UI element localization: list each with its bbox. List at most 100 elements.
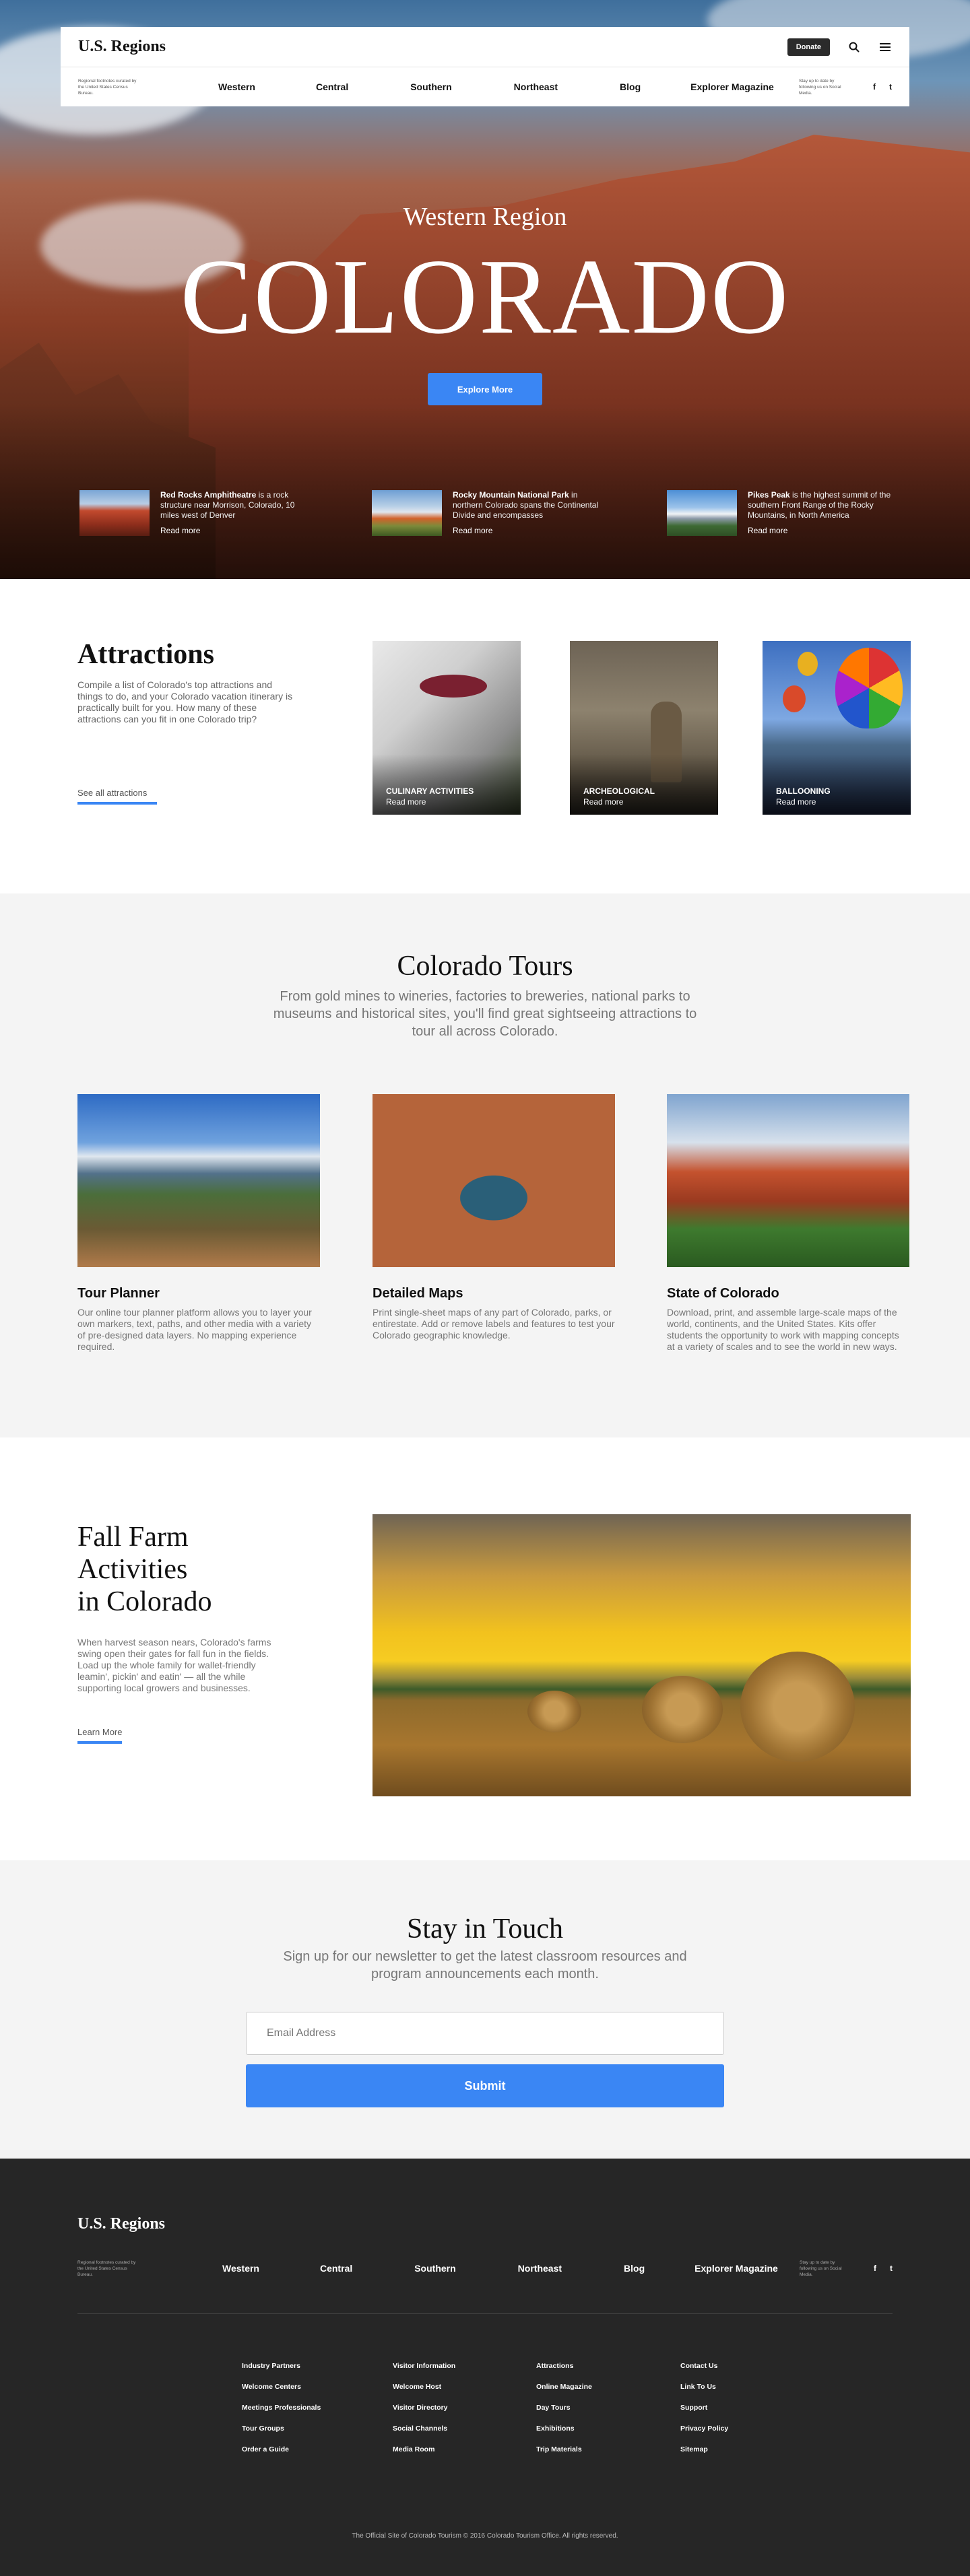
- footer-link[interactable]: Online Magazine: [536, 2383, 592, 2391]
- pikes-peak-thumbnail: [667, 490, 737, 536]
- nav-explorer-magazine[interactable]: Explorer Magazine: [690, 81, 774, 92]
- read-more-link[interactable]: Read more: [453, 526, 601, 535]
- footer-link[interactable]: Exhibitions: [536, 2425, 592, 2433]
- footer-nav-northeast[interactable]: Northeast: [518, 2263, 562, 2274]
- footer-link[interactable]: Tour Groups: [242, 2425, 321, 2433]
- hay-bales-image: [373, 1514, 911, 1796]
- nav-southern[interactable]: Southern: [410, 81, 451, 92]
- attractions-title: Attractions: [77, 639, 214, 670]
- attractions-description: Compile a list of Colorado's top attract…: [77, 679, 293, 724]
- footer-link[interactable]: Privacy Policy: [680, 2425, 728, 2433]
- email-input[interactable]: [246, 2012, 724, 2055]
- nav-blog[interactable]: Blog: [620, 81, 641, 92]
- footer-link[interactable]: Visitor Information: [393, 2362, 455, 2370]
- read-more-link[interactable]: Read more: [583, 797, 623, 807]
- footer-link[interactable]: Order a Guide: [242, 2445, 321, 2453]
- footer-link[interactable]: Welcome Host: [393, 2383, 455, 2391]
- learn-more-link[interactable]: Learn More: [77, 1727, 123, 1744]
- footer-link[interactable]: Day Tours: [536, 2404, 592, 2412]
- footer-link[interactable]: Trip Materials: [536, 2445, 592, 2453]
- fall-title: Fall Farm Activities in Colorado: [77, 1521, 280, 1618]
- nav-northeast[interactable]: Northeast: [514, 81, 558, 92]
- tile-caption: CULINARY ACTIVITIES: [386, 786, 474, 796]
- read-more-link[interactable]: Read more: [748, 526, 896, 535]
- twitter-icon[interactable]: t: [889, 82, 892, 92]
- twitter-icon[interactable]: t: [890, 2264, 893, 2273]
- read-more-link[interactable]: Read more: [160, 526, 309, 535]
- footer-social-note: Stay up to date by following us on Socia…: [800, 2260, 842, 2277]
- tile-ballooning[interactable]: BALLOONING Read more: [763, 641, 911, 815]
- nav-western[interactable]: Western: [218, 81, 255, 92]
- explore-more-button[interactable]: Explore More: [428, 373, 542, 405]
- footer-link[interactable]: Meetings Professionals: [242, 2404, 321, 2412]
- footer-logo[interactable]: U.S. Regions: [77, 2215, 165, 2233]
- footer-link[interactable]: Contact Us: [680, 2362, 728, 2370]
- fall-title-line: in Colorado: [77, 1586, 212, 1617]
- footer-column-1: Industry Partners Welcome Centers Meetin…: [242, 2362, 321, 2466]
- footer-nav-western[interactable]: Western: [222, 2263, 259, 2274]
- menu-icon[interactable]: [878, 40, 892, 54]
- tile-caption: ARCHEOLOGICAL: [583, 786, 655, 796]
- hero-section: U.S. Regions Donate Regional footnotes c…: [0, 0, 970, 579]
- tour-card-planner[interactable]: Tour Planner Our online tour planner pla…: [77, 1094, 320, 1353]
- newsletter-title: Stay in Touch: [407, 1913, 563, 1944]
- footer-link[interactable]: Industry Partners: [242, 2362, 321, 2370]
- tour-description: Our online tour planner platform allows …: [77, 1307, 312, 1352]
- see-all-attractions-link[interactable]: See all attractions: [77, 788, 157, 805]
- copyright: The Official Site of Colorado Tourism © …: [352, 2532, 618, 2540]
- top-navigation: U.S. Regions Donate Regional footnotes c…: [61, 27, 909, 106]
- fall-description: When harvest season nears, Colorado's fa…: [77, 1637, 271, 1693]
- footer-column-3: Attractions Online Magazine Day Tours Ex…: [536, 2362, 592, 2466]
- facebook-icon[interactable]: f: [873, 82, 876, 92]
- footer-link[interactable]: Visitor Directory: [393, 2404, 455, 2412]
- nav-central[interactable]: Central: [316, 81, 348, 92]
- hero-title: COLORADO: [180, 236, 790, 356]
- footer-link[interactable]: Sitemap: [680, 2445, 728, 2453]
- facebook-icon[interactable]: f: [874, 2264, 876, 2273]
- state-of-colorado-image: [667, 1094, 909, 1267]
- search-icon[interactable]: [847, 40, 861, 54]
- social-note: Stay up to date by following us on Socia…: [799, 78, 841, 96]
- card-title: Red Rocks Amphitheatre: [160, 490, 257, 500]
- footer-link[interactable]: Social Channels: [393, 2425, 455, 2433]
- newsletter-lead: Sign up for our newsletter to get the la…: [283, 1949, 687, 1981]
- tours-title: Colorado Tours: [397, 951, 573, 982]
- hero-card-red-rocks[interactable]: Red Rocks Amphitheatre is a rock structu…: [79, 490, 309, 536]
- footer-link[interactable]: Attractions: [536, 2362, 592, 2370]
- footer-nav-central[interactable]: Central: [320, 2263, 352, 2274]
- footer-link[interactable]: Support: [680, 2404, 728, 2412]
- footer-tagline: Regional footnotes curated by the United…: [77, 2260, 136, 2277]
- footer-link[interactable]: Welcome Centers: [242, 2383, 321, 2391]
- site-logo[interactable]: U.S. Regions: [78, 38, 166, 56]
- tour-description: Download, print, and assemble large-scal…: [667, 1307, 899, 1352]
- main-nav: Western Central Southern Northeast Blog …: [218, 81, 774, 92]
- tour-planner-image: [77, 1094, 320, 1267]
- tile-culinary[interactable]: CULINARY ACTIVITIES Read more: [373, 641, 521, 815]
- read-more-link[interactable]: Read more: [386, 797, 426, 807]
- submit-button[interactable]: Submit: [246, 2064, 724, 2107]
- footer-link[interactable]: Media Room: [393, 2445, 455, 2453]
- hero-card-rocky-mountain[interactable]: Rocky Mountain National Park in northern…: [372, 490, 601, 536]
- spoon-image: [420, 675, 487, 698]
- read-more-link[interactable]: Read more: [776, 797, 816, 807]
- attractions-section: Attractions Compile a list of Colorado's…: [0, 579, 970, 893]
- footer-nav-explorer-magazine[interactable]: Explorer Magazine: [694, 2263, 778, 2274]
- fall-activities-section: Fall Farm Activities in Colorado When ha…: [0, 1437, 970, 1860]
- tour-card-maps[interactable]: Detailed Maps Print single-sheet maps of…: [373, 1094, 615, 1341]
- footer-column-2: Visitor Information Welcome Host Visitor…: [393, 2362, 455, 2466]
- footer-link[interactable]: Link To Us: [680, 2383, 728, 2391]
- tile-archeological[interactable]: ARCHEOLOGICAL Read more: [570, 641, 718, 815]
- tour-card-state[interactable]: State of Colorado Download, print, and a…: [667, 1094, 909, 1353]
- tour-title: State of Colorado: [667, 1286, 779, 1301]
- hero-card-pikes-peak[interactable]: Pikes Peak is the highest summit of the …: [667, 490, 896, 536]
- hay-bale: [740, 1652, 855, 1762]
- tours-section: Colorado Tours From gold mines to wineri…: [0, 893, 970, 1437]
- card-title: Pikes Peak: [748, 490, 790, 500]
- donate-button[interactable]: Donate: [787, 38, 830, 56]
- footer-nav-blog[interactable]: Blog: [624, 2263, 645, 2274]
- tour-title: Detailed Maps: [373, 1286, 463, 1301]
- hero-subtitle: Western Region: [403, 203, 567, 231]
- tour-description: Print single-sheet maps of any part of C…: [373, 1307, 615, 1341]
- balloon-image: [798, 652, 818, 676]
- footer-nav-southern[interactable]: Southern: [414, 2263, 455, 2274]
